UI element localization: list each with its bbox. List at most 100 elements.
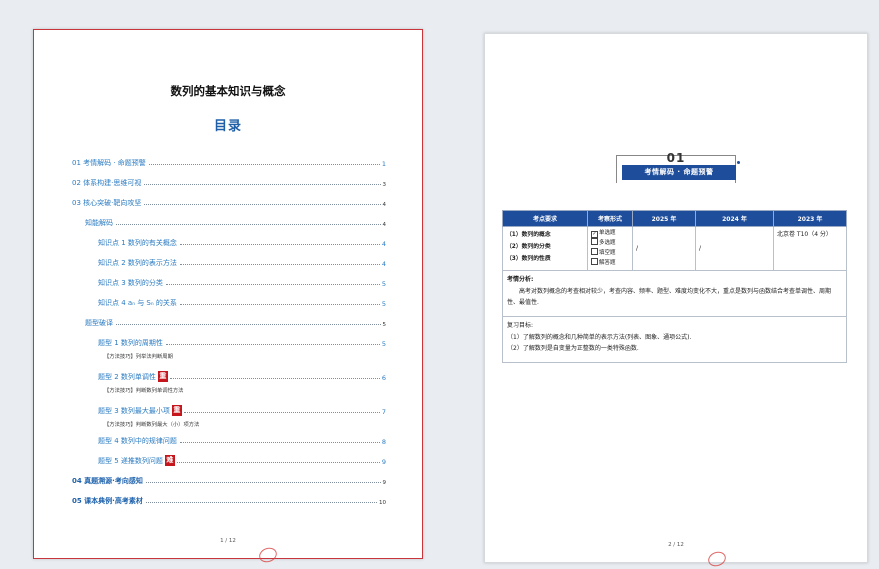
method-tip: 【方法技巧】判断数列单调性方法 <box>104 388 184 394</box>
toc-entry[interactable]: 01 考情解码 · 命题预警 1 <box>72 156 386 168</box>
toc-entry-label: 02 体系构建·思维可视 <box>72 179 142 187</box>
table-header: 2024 年 <box>695 210 774 227</box>
toc-entry-label: 04 真题溯源·考向感知 <box>72 477 143 485</box>
toc-leader <box>116 224 381 225</box>
form-option: 多选题 <box>591 238 629 248</box>
toc-heading: 目录 <box>213 119 242 134</box>
toc-entry-label: 题型 1 数列的周期性 <box>98 339 163 347</box>
toc-entry-label: 题型 3 数列最大最小项 <box>98 407 170 415</box>
method-tip: 【方法技巧】列举法判断周期 <box>104 354 173 360</box>
toc-entry-label: 题型 4 数列中的规律问题 <box>98 437 177 445</box>
method-tip: 【方法技巧】判断数列最大（小）项方法 <box>104 422 200 428</box>
toc-page-number: 5 <box>381 340 386 348</box>
toc-leader <box>165 344 380 345</box>
difficulty-badge: 重 <box>157 371 168 382</box>
toc-entry-label: 题型 2 数列单调性 <box>98 373 156 381</box>
toc-entry-label: 03 核心突破·靶向攻坚 <box>72 199 142 207</box>
document-title: 数列的基本知识与概念 <box>170 84 286 98</box>
analysis-box: 考情分析: 高考对数列概念的考查相对较少，考查内容、频率、题型、难度均变化不大，… <box>502 271 847 317</box>
review-box: 复习目标: （1）了解数列的概念和几种简单的表示方法(列表、图象、通项公式). … <box>502 317 847 363</box>
toc-leader <box>145 482 381 483</box>
analysis-title: 考情分析: <box>507 276 534 283</box>
toc-leader <box>179 442 380 443</box>
toc-entry-label: 知识点 1 数列的有关概念 <box>98 239 177 247</box>
table-header: 2025 年 <box>632 210 696 227</box>
toc-leader <box>144 184 381 185</box>
toc-page-number: 4 <box>381 240 386 248</box>
toc-page-number: 5 <box>381 300 386 308</box>
toc-entry[interactable]: 题型 4 数列中的规律问题 8 <box>98 434 386 446</box>
stamp-mark <box>706 549 728 569</box>
table-header: 考点要求 <box>502 210 588 227</box>
toc-entry[interactable]: 题型 1 数列的周期性 5 <box>98 336 386 348</box>
checkbox-icon <box>591 258 598 265</box>
toc-leader <box>179 244 380 245</box>
toc-entry-label: 知能解码 <box>85 219 113 227</box>
toc-entry-label: 知识点 3 数列的分类 <box>98 279 163 287</box>
toc-entry[interactable]: 题型 3 数列最大最小项重 7 <box>98 404 386 416</box>
review-title: 复习目标: <box>507 322 534 329</box>
toc-page-number: 4 <box>382 202 387 208</box>
toc-entry-label: 题型破译 <box>85 319 113 327</box>
toc-leader <box>116 324 381 325</box>
toc-leader <box>165 284 380 285</box>
toc-entry[interactable]: 05 课本典例·高考素材 10 <box>72 494 386 506</box>
form-option: 解答题 <box>591 258 629 268</box>
toc-entry[interactable]: 知能解码 4 <box>85 216 386 228</box>
toc-page-number: 6 <box>381 374 386 382</box>
review-item: （2）了解数列是自变量为正整数的一类特殊函数. <box>507 345 639 352</box>
section-banner: 考情解码 · 命题预警 <box>622 165 736 180</box>
toc-leader <box>169 378 380 379</box>
toc-page-number: 7 <box>381 408 386 416</box>
form-option: 填空题 <box>591 248 629 258</box>
analysis-text: 高考对数列概念的考查相对较少，考查内容、频率、题型、难度均变化不大，重点是数列与… <box>507 288 832 306</box>
review-item: （1）了解数列的概念和几种简单的表示方法(列表、图象、通项公式). <box>507 334 692 341</box>
toc-entry-label: 知识点 2 数列的表示方法 <box>98 259 177 267</box>
points-cell: （1）数列的概念 （2）数列的分类 （3）数列的性质 <box>502 226 588 271</box>
toc-entry-label: 05 课本典例·高考素材 <box>72 497 143 505</box>
year-2024-cell: / <box>695 226 774 271</box>
toc-leader <box>176 462 380 463</box>
toc-leader <box>183 412 380 413</box>
toc-entry-label: 知识点 4 aₙ 与 Sₙ 的关系 <box>98 299 177 307</box>
page-number: 1 / 12 <box>220 538 236 544</box>
checkbox-icon <box>591 238 598 245</box>
toc-page-number: 5 <box>382 322 387 328</box>
toc-leader <box>145 502 377 503</box>
toc-page-number: 9 <box>382 480 387 486</box>
point-item: （3）数列的性质 <box>506 256 551 262</box>
toc-page-number: 5 <box>381 280 386 288</box>
page-number: 2 / 12 <box>668 542 684 548</box>
toc-page-number: 9 <box>381 458 386 466</box>
year-2025-cell: / <box>632 226 696 271</box>
toc-entry[interactable]: 知识点 3 数列的分类 5 <box>98 276 386 288</box>
toc-entry[interactable]: 题型破译 5 <box>85 316 386 328</box>
stamp-mark <box>257 545 279 565</box>
section-number: 01 <box>666 151 686 165</box>
toc-page-number: 10 <box>379 500 386 506</box>
difficulty-badge: 难 <box>164 455 175 466</box>
toc-entry[interactable]: 知识点 4 aₙ 与 Sₙ 的关系 5 <box>98 296 386 308</box>
toc-page-number: 4 <box>381 260 386 268</box>
table-header: 考察形式 <box>587 210 633 227</box>
toc-entry[interactable]: 04 真题溯源·考向感知 9 <box>72 474 386 486</box>
decor-dot <box>737 161 740 164</box>
toc-entry[interactable]: 02 体系构建·思维可视 3 <box>72 176 386 188</box>
forms-cell: ✓ 单选题 多选题 填空题 解答题 <box>587 226 633 271</box>
toc-entry[interactable]: 知识点 1 数列的有关概念 4 <box>98 236 386 248</box>
toc-entry[interactable]: 知识点 2 数列的表示方法 4 <box>98 256 386 268</box>
toc-entry[interactable]: 题型 2 数列单调性重 6 <box>98 370 386 382</box>
document-page-1: 数列的基本知识与概念 目录 01 考情解码 · 命题预警 1 02 体系构建·思维可… <box>33 29 423 565</box>
toc-leader <box>179 264 380 265</box>
toc-leader <box>144 204 381 205</box>
toc-leader <box>179 304 380 305</box>
toc-page-number: 1 <box>381 160 386 168</box>
table-header: 2023 年 <box>773 210 847 227</box>
toc-page-number: 3 <box>382 182 387 188</box>
exam-table: 考点要求 考察形式 2025 年 2024 年 2023 年 （1）数列的概念 … <box>502 210 847 271</box>
form-option: ✓ 单选题 <box>591 230 616 238</box>
toc-entry[interactable]: 题型 5 递推数列问题难 9 <box>98 454 386 466</box>
checkbox-checked-icon: ✓ <box>591 231 598 238</box>
toc-entry[interactable]: 03 核心突破·靶向攻坚 4 <box>72 196 386 208</box>
toc-entry-label: 01 考情解码 · 命题预警 <box>72 159 146 167</box>
